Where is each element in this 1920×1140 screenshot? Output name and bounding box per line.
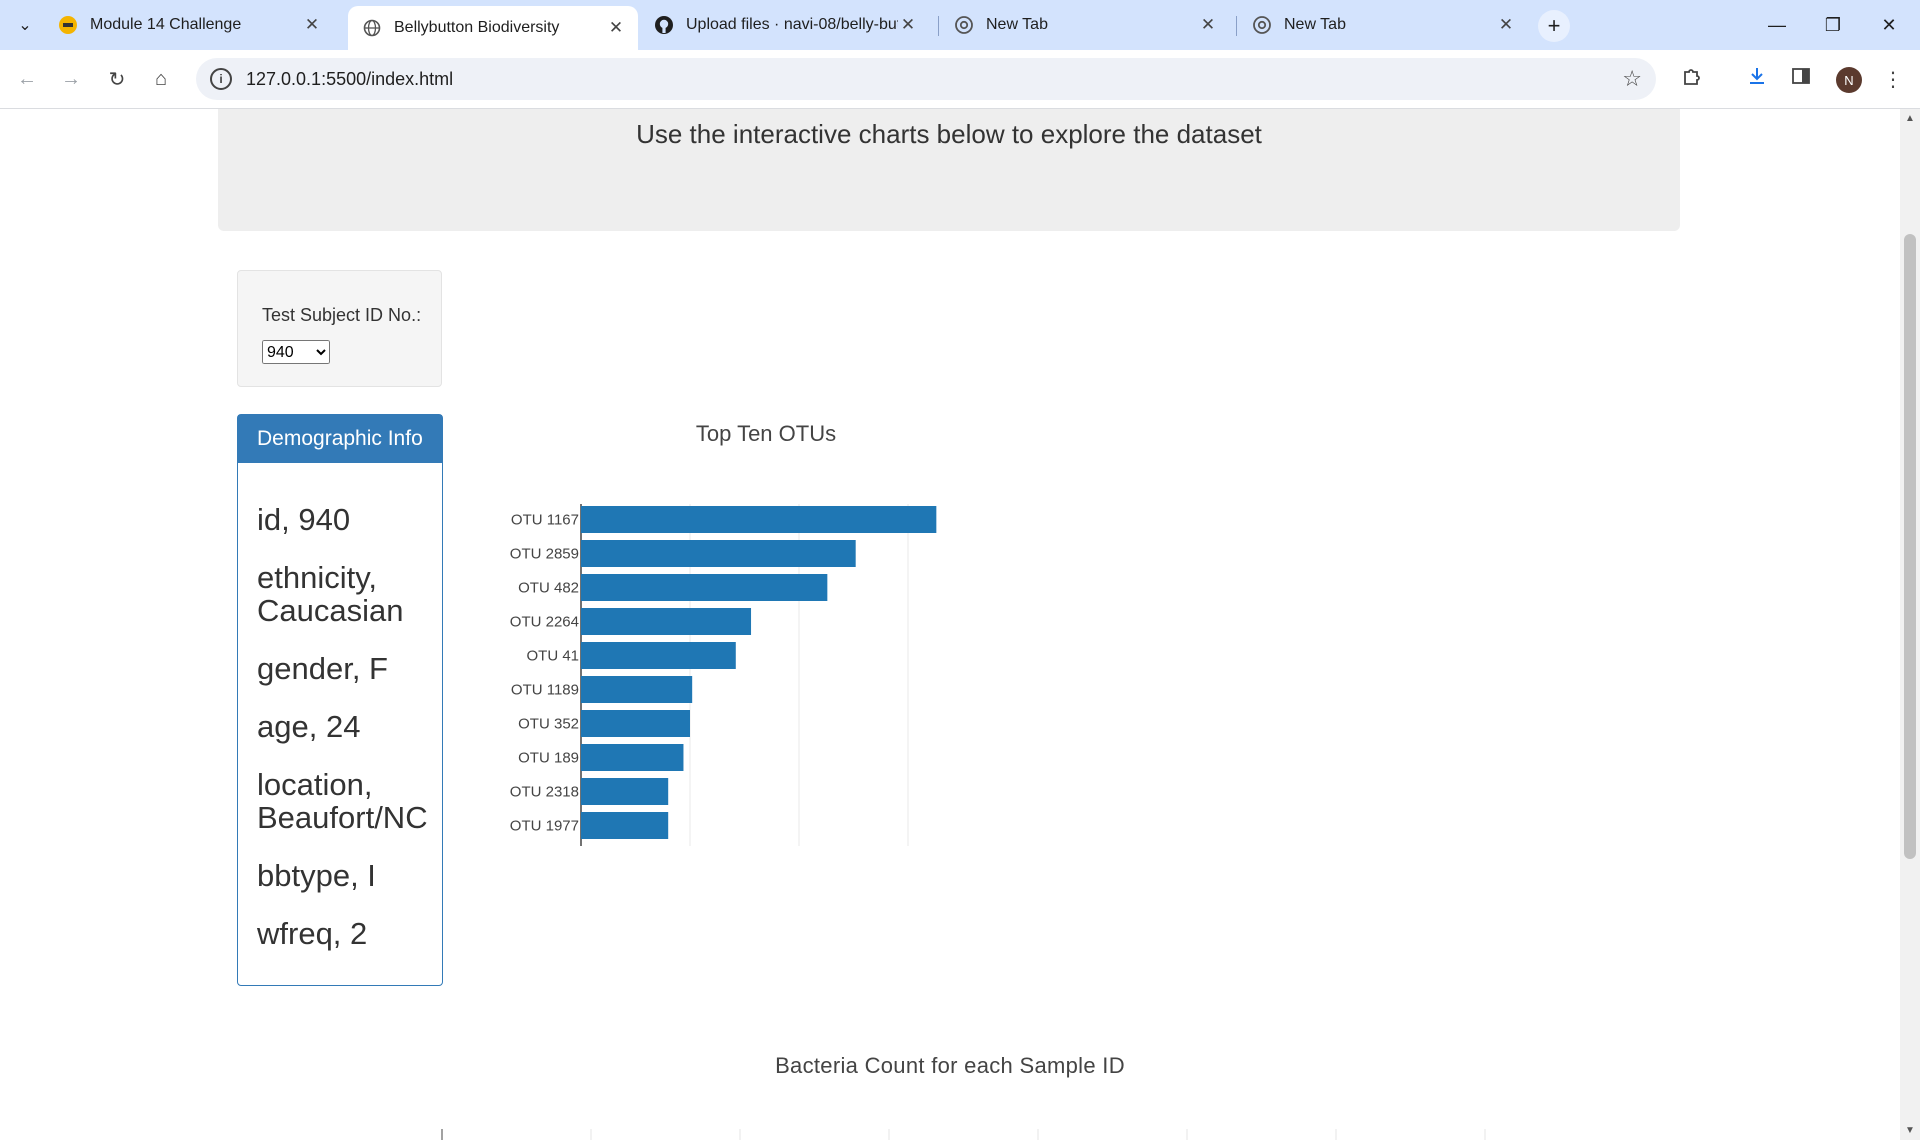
tab-bellybutton[interactable]: Bellybutton Biodiversity ✕	[348, 6, 638, 50]
bar[interactable]	[581, 642, 736, 669]
scrollbar-thumb[interactable]	[1904, 234, 1916, 859]
tab-separator	[1236, 16, 1237, 36]
close-icon: ✕	[1881, 14, 1897, 35]
info-icon[interactable]: i	[210, 68, 232, 90]
puzzle-icon	[1681, 66, 1701, 92]
page-viewport: Use the interactive charts below to expl…	[0, 109, 1900, 1140]
tab-new-2[interactable]: New Tab ✕	[1238, 6, 1528, 44]
bubble-chart-title: Bacteria Count for each Sample ID	[775, 1053, 1125, 1078]
reload-button[interactable]: ↻	[100, 62, 134, 96]
url-text[interactable]: 127.0.0.1:5500/index.html	[246, 69, 453, 90]
extensions-button[interactable]	[1674, 62, 1708, 96]
minimize-icon: —	[1768, 14, 1786, 35]
home-icon: ⌂	[154, 67, 168, 90]
browser-toolbar: ← → ↻ ⌂ i 127.0.0.1:5500/index.html ☆ ⋮	[0, 50, 1920, 109]
tab-new-1[interactable]: New Tab ✕	[940, 6, 1230, 44]
bar[interactable]	[581, 608, 752, 635]
side-panel-icon	[1791, 66, 1811, 92]
demographic-item: ethnicity, Caucasian	[257, 560, 404, 628]
tab-strip: ⌄ Module 14 Challenge ✕ Bellybutton Biod…	[0, 0, 1920, 50]
demographic-item: id, 940	[257, 502, 351, 537]
demographic-item: bbtype, I	[257, 858, 376, 893]
chevron-down-icon: ⌄	[18, 17, 32, 34]
y-tick-label: OTU 1977	[510, 818, 579, 835]
tab-search-button[interactable]: ⌄	[8, 8, 42, 42]
scroll-up-icon[interactable]: ▲	[1900, 113, 1920, 124]
demographic-panel: Demographic Info id, 940 ethnicity, Cauc…	[237, 414, 443, 986]
tab-title: New Tab	[1284, 16, 1346, 33]
subject-id-select[interactable]: 940	[262, 340, 330, 364]
close-window-button[interactable]: ✕	[1866, 8, 1912, 42]
side-panel-button[interactable]	[1784, 62, 1818, 96]
demographic-item: wfreq, 2	[257, 916, 368, 951]
address-bar[interactable]: i 127.0.0.1:5500/index.html ☆	[196, 58, 1656, 100]
github-icon	[654, 15, 674, 35]
bar[interactable]	[581, 540, 856, 567]
tab-title: Bellybutton Biodiversity	[394, 19, 560, 36]
bar[interactable]	[581, 778, 669, 805]
bookmark-star-icon[interactable]: ☆	[1622, 66, 1642, 92]
plus-icon: +	[1547, 13, 1561, 38]
select-label: Test Subject ID No.:	[262, 305, 422, 325]
bar[interactable]	[581, 574, 828, 601]
close-icon[interactable]: ✕	[302, 15, 322, 35]
top-otu-bar-chart[interactable]: Top Ten OTUs OTU 1167 OTU 2859 OTU 482 OTU …	[470, 289, 1470, 849]
tab-title: New Tab	[986, 16, 1048, 33]
subject-select-well: Test Subject ID No.: 940	[237, 270, 442, 387]
globe-icon	[362, 18, 382, 38]
scroll-down-icon[interactable]: ▼	[1900, 1125, 1920, 1136]
chart-title: Top Ten OTUs	[696, 421, 836, 446]
vertical-scrollbar[interactable]: ▲ ▼	[1900, 109, 1920, 1140]
reload-icon: ↻	[108, 68, 126, 91]
y-tick-label: OTU 2264	[510, 614, 579, 631]
tab-title: Upload files · navi-08/belly-button	[686, 16, 898, 33]
menu-button[interactable]: ⋮	[1876, 62, 1910, 96]
tab-module-14[interactable]: Module 14 Challenge ✕	[44, 6, 334, 44]
chrome-icon	[1252, 15, 1272, 35]
new-tab-button[interactable]: +	[1538, 10, 1570, 42]
arrow-right-icon: →	[61, 67, 81, 90]
demographic-list: id, 940 ethnicity, Caucasian gender, F a…	[238, 463, 442, 950]
y-tick-label: OTU 352	[518, 716, 579, 733]
more-vert-icon: ⋮	[1883, 68, 1903, 91]
forward-button[interactable]: →	[54, 62, 88, 96]
demographic-item: gender, F	[257, 651, 388, 686]
restore-icon: ❐	[1824, 14, 1842, 35]
close-icon[interactable]: ✕	[898, 15, 918, 35]
profile-avatar[interactable]: N	[1836, 67, 1862, 93]
bar[interactable]	[581, 812, 669, 839]
tab-title: Module 14 Challenge	[90, 16, 242, 33]
bar[interactable]	[581, 744, 684, 771]
y-tick-label: OTU 41	[526, 648, 579, 665]
tab-separator	[938, 16, 939, 36]
home-button[interactable]: ⌂	[144, 62, 178, 96]
course-favicon-icon	[58, 15, 78, 35]
demographic-item: location, Beaufort/NC	[257, 767, 428, 835]
page-lead: Use the interactive charts below to expl…	[636, 119, 1262, 149]
minimize-button[interactable]: —	[1754, 8, 1800, 42]
restore-button[interactable]: ❐	[1810, 8, 1856, 42]
y-tick-label: OTU 1167	[511, 512, 579, 529]
bar[interactable]	[581, 676, 693, 703]
jumbotron: Use the interactive charts below to expl…	[218, 109, 1680, 231]
y-tick-label: OTU 2859	[510, 546, 579, 563]
downloads-button[interactable]	[1740, 62, 1774, 96]
close-icon[interactable]: ✕	[1496, 15, 1516, 35]
tab-github-upload[interactable]: Upload files · navi-08/belly-button ✕	[640, 6, 930, 44]
download-icon	[1747, 66, 1767, 92]
close-icon[interactable]: ✕	[1198, 15, 1218, 35]
bubble-chart-axis	[441, 1129, 1486, 1140]
y-tick-label: OTU 2318	[510, 784, 579, 801]
y-tick-label: OTU 1189	[511, 682, 579, 699]
demographic-item: age, 24	[257, 709, 361, 744]
panel-title: Demographic Info	[238, 415, 442, 463]
back-button[interactable]: ←	[10, 62, 44, 96]
y-tick-label: OTU 482	[518, 580, 579, 597]
arrow-left-icon: ←	[17, 67, 37, 90]
close-icon[interactable]: ✕	[606, 18, 626, 38]
y-tick-label: OTU 189	[518, 750, 579, 767]
bar[interactable]	[581, 506, 937, 533]
chrome-icon	[954, 15, 974, 35]
bar[interactable]	[581, 710, 690, 737]
